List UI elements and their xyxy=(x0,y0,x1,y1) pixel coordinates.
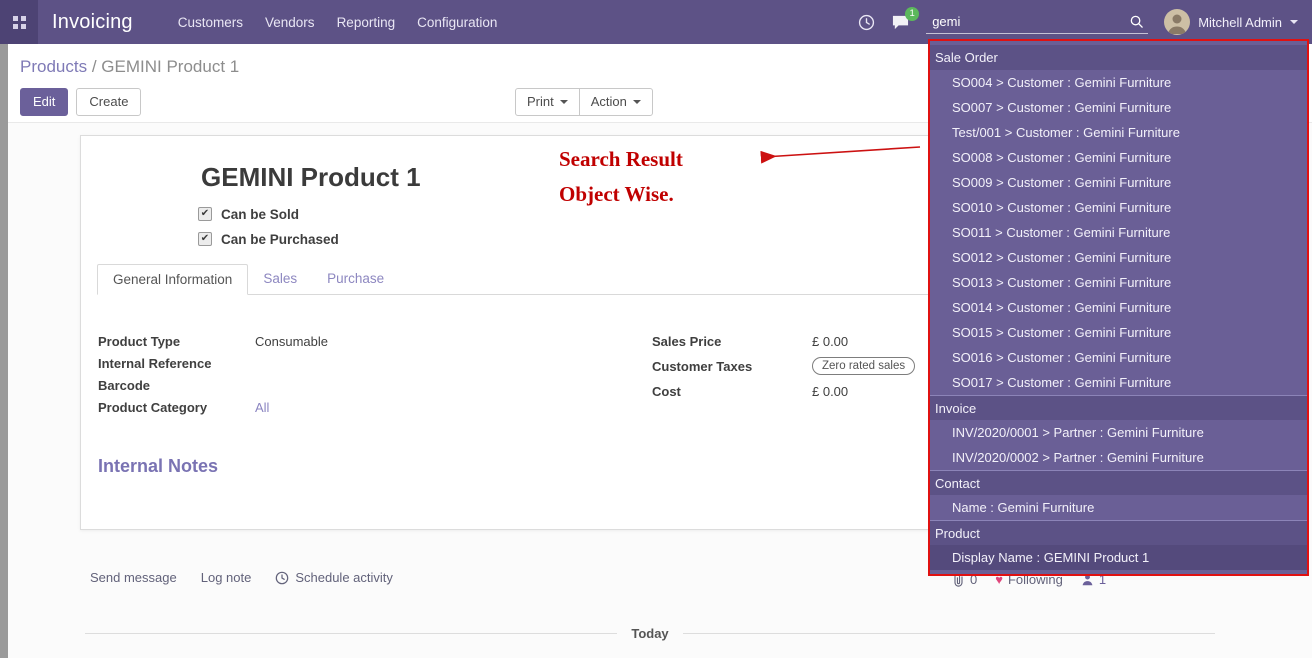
can-be-purchased-row: ✔ Can be Purchased xyxy=(198,231,339,247)
customer-tax-tag: Zero rated sales xyxy=(812,357,915,375)
search-result-item[interactable]: Name : Gemini Furniture xyxy=(930,495,1307,520)
print-button[interactable]: Print xyxy=(515,88,580,116)
search-result-item[interactable]: SO014 > Customer : Gemini Furniture xyxy=(930,295,1307,320)
field-value: £ 0.00 xyxy=(812,334,848,349)
product-title: GEMINI Product 1 xyxy=(201,162,421,193)
search-section-invoice: Invoice xyxy=(930,395,1307,420)
schedule-activity-label: Schedule activity xyxy=(295,570,393,585)
chatter-buttons: Send message Log note Schedule activity xyxy=(90,570,393,585)
tab-general-information[interactable]: General Information xyxy=(97,264,248,295)
can-be-purchased-checkbox[interactable]: ✔ xyxy=(198,232,212,246)
create-button[interactable]: Create xyxy=(76,88,141,116)
field-product-type: Product Type Consumable xyxy=(98,332,528,350)
can-be-sold-label: Can be Sold xyxy=(221,207,299,222)
search-result-item[interactable]: SO010 > Customer : Gemini Furniture xyxy=(930,195,1307,220)
annotation-line-1: Search Result xyxy=(559,148,683,170)
today-label: Today xyxy=(617,626,682,641)
search-result-item[interactable]: SO004 > Customer : Gemini Furniture xyxy=(930,70,1307,95)
search-result-item[interactable]: SO015 > Customer : Gemini Furniture xyxy=(930,320,1307,345)
apps-menu-button[interactable] xyxy=(0,0,38,44)
edit-button[interactable]: Edit xyxy=(20,88,68,116)
schedule-activity-button[interactable]: Schedule activity xyxy=(275,570,393,585)
menu-configuration[interactable]: Configuration xyxy=(406,9,508,36)
action-button[interactable]: Action xyxy=(579,88,653,116)
clock-icon xyxy=(275,571,289,585)
clock-icon xyxy=(858,14,875,31)
search-result-item[interactable]: SO009 > Customer : Gemini Furniture xyxy=(930,170,1307,195)
can-be-sold-checkbox[interactable]: ✔ xyxy=(198,207,212,221)
navbar-right: 1 Mitchell Admin xyxy=(858,9,1312,35)
menu-customers[interactable]: Customers xyxy=(167,9,254,36)
breadcrumb-products-link[interactable]: Products xyxy=(20,57,87,76)
log-note-button[interactable]: Log note xyxy=(201,570,252,585)
top-navbar: Invoicing Customers Vendors Reporting Co… xyxy=(0,0,1312,44)
field-value: Consumable xyxy=(255,334,328,349)
field-barcode: Barcode xyxy=(98,376,528,394)
search-section-sale-order: Sale Order xyxy=(930,45,1307,70)
chevron-down-icon xyxy=(560,100,568,104)
search-result-item[interactable]: SO016 > Customer : Gemini Furniture xyxy=(930,345,1307,370)
can-be-purchased-label: Can be Purchased xyxy=(221,232,339,247)
left-field-group: Product Type Consumable Internal Referen… xyxy=(98,332,528,420)
menu-reporting[interactable]: Reporting xyxy=(326,9,407,36)
menu-vendors[interactable]: Vendors xyxy=(254,9,326,36)
tab-sales[interactable]: Sales xyxy=(248,264,312,294)
breadcrumb-current: GEMINI Product 1 xyxy=(101,57,239,76)
field-label: Cost xyxy=(652,384,812,399)
send-message-button[interactable]: Send message xyxy=(90,570,177,585)
search-result-item[interactable]: SO007 > Customer : Gemini Furniture xyxy=(930,95,1307,120)
search-results-dropdown: Sale Order SO004 > Customer : Gemini Fur… xyxy=(928,39,1309,576)
field-value: £ 0.00 xyxy=(812,384,848,399)
window-edge xyxy=(0,44,8,658)
tab-purchase[interactable]: Purchase xyxy=(312,264,399,294)
search-icon[interactable] xyxy=(1129,14,1144,34)
search-result-item[interactable]: Display Name : GEMINI Product 1 xyxy=(930,545,1307,570)
global-search xyxy=(926,11,1148,34)
search-result-item[interactable]: SO013 > Customer : Gemini Furniture xyxy=(930,270,1307,295)
messages-button[interactable]: 1 xyxy=(891,14,910,31)
app-title: Invoicing xyxy=(52,11,133,34)
action-label: Action xyxy=(591,94,627,110)
user-menu[interactable]: Mitchell Admin xyxy=(1164,9,1298,35)
top-menu: Customers Vendors Reporting Configuratio… xyxy=(167,9,509,36)
chevron-down-icon xyxy=(1290,20,1298,24)
breadcrumb-separator: / xyxy=(92,57,97,76)
can-be-sold-row: ✔ Can be Sold xyxy=(198,206,299,222)
field-internal-reference: Internal Reference xyxy=(98,354,528,372)
search-section-product: Product xyxy=(930,520,1307,545)
messages-badge: 1 xyxy=(905,7,919,21)
user-name: Mitchell Admin xyxy=(1198,15,1282,30)
breadcrumb: Products / GEMINI Product 1 xyxy=(20,57,239,77)
avatar xyxy=(1164,9,1190,35)
print-label: Print xyxy=(527,94,554,110)
field-label: Product Type xyxy=(98,334,255,349)
field-product-category: Product Category All xyxy=(98,398,528,416)
field-label: Sales Price xyxy=(652,334,812,349)
annotation-line-2: Object Wise. xyxy=(559,183,683,205)
search-result-item[interactable]: SO011 > Customer : Gemini Furniture xyxy=(930,220,1307,245)
search-result-item[interactable]: SO017 > Customer : Gemini Furniture xyxy=(930,370,1307,395)
print-action-group: Print Action xyxy=(515,88,653,116)
search-input[interactable] xyxy=(926,11,1148,34)
search-result-item[interactable]: INV/2020/0001 > Partner : Gemini Furnitu… xyxy=(930,420,1307,445)
search-result-item[interactable]: Test/001 > Customer : Gemini Furniture xyxy=(930,120,1307,145)
record-actions: Edit Create xyxy=(20,88,141,116)
search-result-item[interactable]: SO012 > Customer : Gemini Furniture xyxy=(930,245,1307,270)
search-section-contact: Contact xyxy=(930,470,1307,495)
field-label: Customer Taxes xyxy=(652,359,812,374)
field-label: Barcode xyxy=(98,378,255,393)
field-label: Product Category xyxy=(98,400,255,415)
annotation-text: Search Result Object Wise. xyxy=(559,148,683,205)
internal-notes-heading: Internal Notes xyxy=(98,456,218,477)
today-divider: Today xyxy=(85,626,1215,641)
annotation-arrow xyxy=(752,136,932,170)
product-category-link[interactable]: All xyxy=(255,400,269,415)
search-result-item[interactable]: SO008 > Customer : Gemini Furniture xyxy=(930,145,1307,170)
field-label: Internal Reference xyxy=(98,356,255,371)
search-result-item[interactable]: INV/2020/0002 > Partner : Gemini Furnitu… xyxy=(930,445,1307,470)
activities-button[interactable] xyxy=(858,14,875,31)
apps-grid-icon xyxy=(13,16,26,29)
chevron-down-icon xyxy=(633,100,641,104)
